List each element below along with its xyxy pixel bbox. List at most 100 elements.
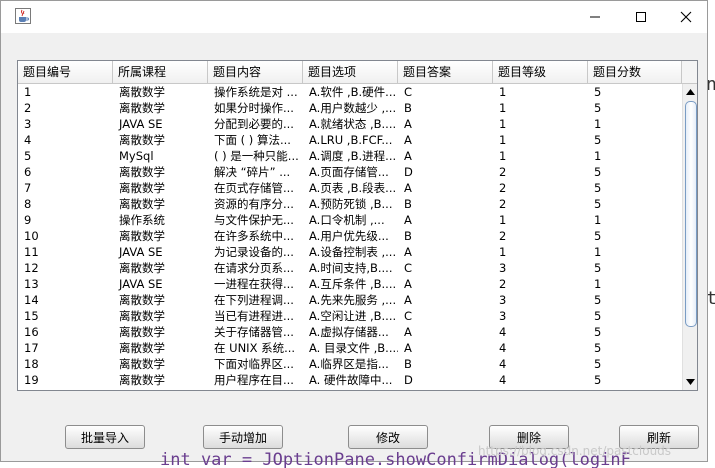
table-row[interactable]: 14 离散数学 在下列进程调... A.先来先服务 ,... A 3 5: [18, 292, 682, 308]
cell-score: 5: [594, 373, 602, 387]
cell-content: 分配到必要的...: [214, 117, 294, 131]
cell-course: 离散数学: [119, 325, 165, 339]
table-row[interactable]: 8 离散数学 资源的有序分... A.预防死锁 ,B... B 2 5: [18, 196, 682, 212]
cell-course: 离散数学: [119, 181, 165, 195]
cell-content: 在 UNIX 系统...: [214, 341, 296, 355]
cell-level: 4: [499, 341, 507, 355]
table-row[interactable]: 19 离散数学 用户程序在目... A. 硬件故障中... D 4 5: [18, 372, 682, 388]
column-header-level[interactable]: 题目等级: [493, 61, 588, 83]
cell-content: 资源的有序分...: [214, 197, 294, 211]
triangle-up-icon: [686, 89, 695, 95]
vertical-scrollbar[interactable]: [682, 84, 697, 390]
cell-options: A.用户数越少 ,...: [309, 101, 397, 115]
table-row[interactable]: 12 离散数学 在请求分页系... A.时间支持,B.... C 3 5: [18, 260, 682, 276]
cell-id: 3: [24, 117, 32, 131]
cell-id: 5: [24, 149, 32, 163]
cell-course: JAVA SE: [119, 117, 163, 131]
cell-level: 4: [499, 357, 507, 371]
cell-options: A. 硬件故障中...: [309, 373, 393, 387]
cell-content: 在许多系统中...: [214, 229, 294, 243]
scrollbar-thumb[interactable]: [685, 101, 697, 327]
cell-level: 2: [499, 181, 507, 195]
cell-level: 3: [499, 309, 507, 323]
cell-options: A.时间支持,B....: [309, 261, 393, 275]
cell-content: 一进程在获得...: [214, 277, 294, 291]
column-header-course[interactable]: 所属课程: [113, 61, 208, 83]
cell-answer: B: [404, 101, 412, 115]
column-header-answer[interactable]: 题目答案: [398, 61, 493, 83]
table-row[interactable]: 10 离散数学 在许多系统中... A.用户优先级... B 2 5: [18, 228, 682, 244]
table-row[interactable]: 16 离散数学 关于存储器管... A.虚拟存储器... A 4 5: [18, 324, 682, 340]
table-row[interactable]: 18 离散数学 下面对临界区... A.临界区是指... B 4 5: [18, 356, 682, 372]
table-row[interactable]: 9 操作系统 与文件保护无... A.口令机制 ,... A 1 1: [18, 212, 682, 228]
column-header-content[interactable]: 题目内容: [208, 61, 303, 83]
cell-course: 离散数学: [119, 85, 165, 99]
table-row[interactable]: 3 JAVA SE 分配到必要的... A.就绪状态 ,B.... A 1 1: [18, 116, 682, 132]
cell-answer: A: [404, 181, 412, 195]
cell-score: 5: [594, 101, 602, 115]
cell-answer: C: [404, 85, 413, 99]
table-row[interactable]: 15 离散数学 当已有进程进... A.空闲让进 ,B.... C 3 5: [18, 308, 682, 324]
cell-id: 18: [24, 357, 39, 371]
cell-score: 5: [594, 341, 602, 355]
cell-id: 8: [24, 197, 32, 211]
close-button[interactable]: [663, 1, 709, 33]
cell-content: 关于存储器管...: [214, 325, 294, 339]
cell-content: 如果分时操作...: [214, 101, 294, 115]
cell-options: A.LRU ,B.FCF...: [309, 133, 393, 147]
column-header-options[interactable]: 题目选项: [303, 61, 398, 83]
cell-options: A.页面存储管...: [309, 165, 389, 179]
table-row[interactable]: 17 离散数学 在 UNIX 系统... A. 目录文件 ,B.... A 4 5: [18, 340, 682, 356]
cell-id: 4: [24, 133, 32, 147]
minimize-icon: [590, 16, 600, 18]
cell-score: 5: [594, 261, 602, 275]
header-corner: [682, 61, 697, 84]
manual-add-button[interactable]: 手动增加: [203, 425, 283, 449]
table-row[interactable]: 6 离散数学 解决 “碎片” ... A.页面存储管... D 2 5: [18, 164, 682, 180]
minimize-button[interactable]: [572, 1, 618, 33]
maximize-button[interactable]: [618, 1, 664, 33]
cell-score: 1: [594, 149, 602, 163]
cell-content: 下面 ( ) 算法...: [214, 133, 291, 147]
cell-course: 离散数学: [119, 341, 165, 355]
cell-content: 解决 “碎片” ...: [214, 165, 291, 179]
cell-id: 6: [24, 165, 32, 179]
scroll-up-button[interactable]: [683, 84, 697, 100]
batch-import-button[interactable]: 批量导入: [65, 425, 145, 449]
cell-options: A.空闲让进 ,B....: [309, 309, 397, 323]
cell-content: 与文件保护无...: [214, 213, 294, 227]
cell-course: 离散数学: [119, 261, 165, 275]
table-row[interactable]: 1 离散数学 操作系统是对 ... A.软件 ,B.硬件... C 1 5: [18, 84, 682, 100]
table-row[interactable]: 5 MySql ( ) 是一种只能... A.调度 ,B.进程... A 1 1: [18, 148, 682, 164]
cell-options: A.临界区是指...: [309, 357, 389, 371]
cell-answer: A: [404, 293, 412, 307]
cell-score: 5: [594, 325, 602, 339]
cell-id: 10: [24, 229, 39, 243]
close-icon: [680, 11, 692, 23]
cell-level: 4: [499, 373, 507, 387]
table-row[interactable]: 7 离散数学 在页式存储管... A.页表 ,B.段表... A 2 5: [18, 180, 682, 196]
cell-content: 用户程序在目...: [214, 373, 294, 387]
cell-answer: B: [404, 229, 412, 243]
cell-course: 离散数学: [119, 293, 165, 307]
edit-button[interactable]: 修改: [348, 425, 428, 449]
table-row[interactable]: 11 JAVA SE 为记录设备的... A.设备控制表 ,... A 1 1: [18, 244, 682, 260]
table-row[interactable]: 4 离散数学 下面 ( ) 算法... A.LRU ,B.FCF... A 1 5: [18, 132, 682, 148]
cell-content: 操作系统是对 ...: [214, 85, 298, 99]
question-table[interactable]: 题目编号 所属课程 题目内容 题目选项 题目答案 题目等级 题目分数 1 离散数学…: [17, 60, 698, 391]
column-header-score[interactable]: 题目分数: [588, 61, 682, 83]
scroll-down-button[interactable]: [683, 374, 697, 390]
table-row[interactable]: 2 离散数学 如果分时操作... A.用户数越少 ,... B 1 5: [18, 100, 682, 116]
cell-answer: A: [404, 117, 412, 131]
cell-content: 在页式存储管...: [214, 181, 294, 195]
column-header-id[interactable]: 题目编号: [18, 61, 113, 83]
cell-options: A.预防死锁 ,B...: [309, 197, 393, 211]
cell-score: 5: [594, 197, 602, 211]
table-row[interactable]: 13 JAVA SE 一进程在获得... A.互斥条件 ,B.... A 2 1: [18, 276, 682, 292]
cell-score: 5: [594, 165, 602, 179]
cell-level: 1: [499, 149, 507, 163]
cell-id: 1: [24, 85, 32, 99]
cell-id: 2: [24, 101, 32, 115]
cell-course: 离散数学: [119, 133, 165, 147]
cell-options: A.口令机制 ,...: [309, 213, 385, 227]
